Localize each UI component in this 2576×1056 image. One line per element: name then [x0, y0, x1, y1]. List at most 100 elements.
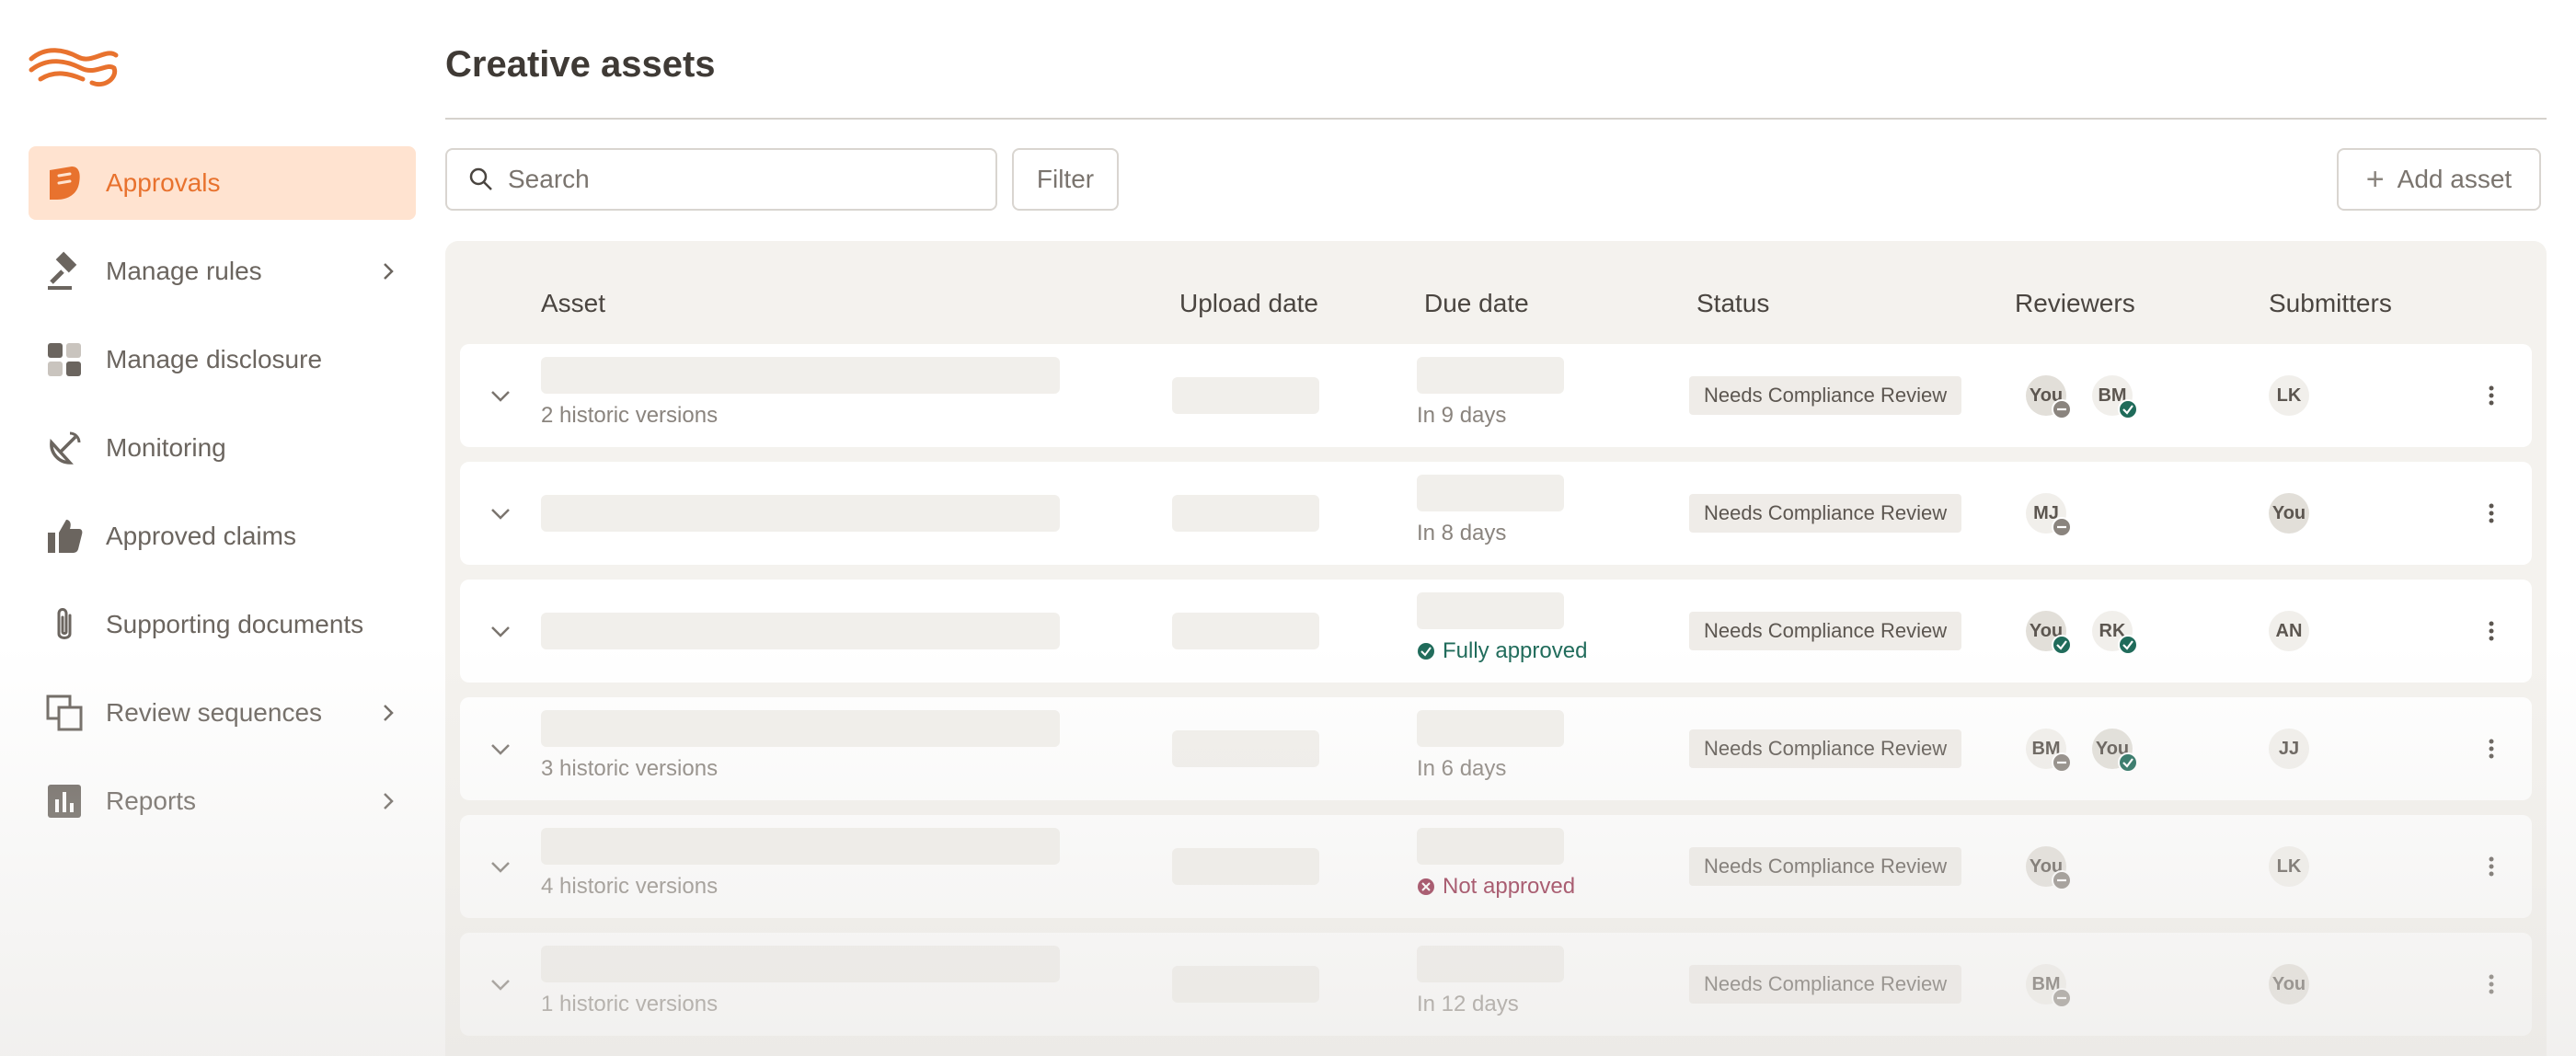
column-header-reviewers[interactable]: Reviewers — [2015, 289, 2135, 318]
chevron-right-icon — [384, 793, 394, 809]
reviewer-avatar[interactable]: You — [2026, 375, 2072, 419]
more-options-icon[interactable] — [2478, 854, 2504, 879]
paperclip-icon — [41, 602, 87, 648]
search-icon — [469, 167, 492, 190]
reviewer-avatar[interactable]: BM — [2026, 964, 2072, 1008]
historic-versions-text[interactable]: 1 historic versions — [541, 992, 718, 1017]
upload-date-placeholder — [1172, 377, 1319, 414]
sidebar-item-review-sequences[interactable]: Review sequences — [29, 676, 416, 750]
wave-logo-icon[interactable] — [28, 40, 120, 92]
asset-name-placeholder — [541, 495, 1060, 532]
upload-date-placeholder — [1172, 730, 1319, 767]
rejected-x-icon — [1418, 878, 1434, 895]
thumbs-up-icon — [41, 513, 87, 559]
pending-minus-icon — [2052, 517, 2072, 537]
submitter-avatar[interactable]: LK — [2269, 846, 2309, 887]
status-badge: Needs Compliance Review — [1689, 965, 1962, 1004]
sidebar-item-reports[interactable]: Reports — [29, 764, 416, 838]
approved-check-icon — [1418, 643, 1434, 660]
filter-button[interactable]: Filter — [1012, 148, 1119, 211]
table-row[interactable]: 1 historic versions In 12 days Needs Compl… — [460, 933, 2532, 1036]
due-date-placeholder — [1417, 475, 1564, 511]
table-row[interactable]: 3 historic versions In 6 days Needs Compli… — [460, 697, 2532, 800]
avatar-initials: AN — [2275, 620, 2303, 641]
due-status-text: Fully approved — [1417, 638, 1587, 664]
more-options-icon[interactable] — [2478, 618, 2504, 644]
reviewer-avatar[interactable]: You — [2026, 846, 2072, 890]
main-content: Creative assets Filter + Add asset Asset… — [445, 0, 2547, 1056]
add-asset-button[interactable]: + Add asset — [2337, 148, 2541, 211]
due-label: In 6 days — [1417, 756, 1507, 781]
more-options-icon[interactable] — [2478, 971, 2504, 997]
avatar-initials: LK — [2276, 385, 2302, 406]
approved-check-icon — [2118, 635, 2138, 655]
search-box[interactable] — [445, 148, 997, 211]
pending-minus-icon — [2052, 752, 2072, 773]
reviewer-avatar[interactable]: BM — [2092, 375, 2138, 419]
chevron-down-icon[interactable] — [488, 971, 513, 997]
sidebar: Approvals Manage rules Manage disclosure… — [0, 0, 432, 1056]
reviewer-avatar[interactable]: RK — [2092, 611, 2138, 655]
add-asset-label: Add asset — [2397, 165, 2513, 193]
due-status-text: In 12 days — [1417, 992, 1519, 1017]
approved-check-icon — [2052, 635, 2072, 655]
reviewer-avatar[interactable]: You — [2092, 729, 2138, 773]
reviewer-avatar[interactable]: You — [2026, 611, 2072, 655]
asset-name-placeholder — [541, 828, 1060, 865]
table-row[interactable]: In 8 days Needs Compliance Review MJ You — [460, 462, 2532, 565]
more-options-icon[interactable] — [2478, 736, 2504, 762]
column-header-status[interactable]: Status — [1696, 289, 1769, 318]
asset-name-placeholder — [541, 613, 1060, 649]
bar-chart-icon — [41, 778, 87, 824]
divider — [445, 118, 2547, 120]
historic-versions-text[interactable]: 4 historic versions — [541, 874, 718, 900]
reviewer-avatar[interactable]: BM — [2026, 729, 2072, 773]
due-date-placeholder — [1417, 710, 1564, 747]
submitter-avatar[interactable]: LK — [2269, 375, 2309, 416]
due-label: In 12 days — [1417, 992, 1519, 1016]
status-badge: Needs Compliance Review — [1689, 494, 1962, 533]
sidebar-item-approvals[interactable]: Approvals — [29, 146, 416, 220]
column-header-upload-date[interactable]: Upload date — [1179, 289, 1318, 318]
sidebar-item-label: Manage rules — [106, 257, 262, 285]
submitter-avatar[interactable]: You — [2269, 964, 2309, 1004]
submitter-avatar[interactable]: JJ — [2269, 729, 2309, 769]
more-options-icon[interactable] — [2478, 500, 2504, 526]
table-row[interactable]: Fully approved Needs Compliance Review You… — [460, 580, 2532, 683]
stacked-pages-icon — [41, 690, 87, 736]
due-status-text: In 6 days — [1417, 756, 1506, 782]
avatar-initials: You — [2271, 973, 2306, 994]
submitter-avatar[interactable]: You — [2269, 493, 2309, 534]
table-row[interactable]: 4 historic versions Not approved Needs Com… — [460, 815, 2532, 918]
approved-check-icon — [2118, 752, 2138, 773]
chevron-down-icon[interactable] — [488, 854, 513, 879]
pending-minus-icon — [2052, 399, 2072, 419]
sidebar-item-monitoring[interactable]: Monitoring — [29, 411, 416, 485]
chevron-right-icon — [384, 705, 394, 721]
chevron-down-icon[interactable] — [488, 618, 513, 644]
chevron-down-icon[interactable] — [488, 500, 513, 526]
sidebar-item-label: Approved claims — [106, 522, 296, 550]
sidebar-item-manage-disclosure[interactable]: Manage disclosure — [29, 323, 416, 396]
due-label: In 9 days — [1417, 403, 1507, 428]
chevron-down-icon[interactable] — [488, 736, 513, 762]
chevron-down-icon[interactable] — [488, 383, 513, 408]
reviewer-avatar[interactable]: MJ — [2026, 493, 2072, 537]
pending-minus-icon — [2052, 988, 2072, 1008]
sidebar-item-supporting-documents[interactable]: Supporting documents — [29, 588, 416, 661]
asset-name-placeholder — [541, 357, 1060, 394]
historic-versions-text[interactable]: 2 historic versions — [541, 403, 718, 429]
sidebar-item-manage-rules[interactable]: Manage rules — [29, 235, 416, 308]
column-header-asset[interactable]: Asset — [541, 289, 605, 318]
search-input[interactable] — [508, 165, 986, 194]
table-row[interactable]: 2 historic versions In 9 days Needs Compli… — [460, 344, 2532, 447]
more-options-icon[interactable] — [2478, 383, 2504, 408]
due-label: Not approved — [1443, 874, 1576, 899]
column-header-submitters[interactable]: Submitters — [2269, 289, 2392, 318]
column-header-due-date[interactable]: Due date — [1424, 289, 1529, 318]
plus-icon: + — [2365, 161, 2385, 197]
submitter-avatar[interactable]: AN — [2269, 611, 2309, 651]
sidebar-item-approved-claims[interactable]: Approved claims — [29, 499, 416, 573]
sidebar-item-label: Monitoring — [106, 433, 226, 462]
historic-versions-text[interactable]: 3 historic versions — [541, 756, 718, 782]
